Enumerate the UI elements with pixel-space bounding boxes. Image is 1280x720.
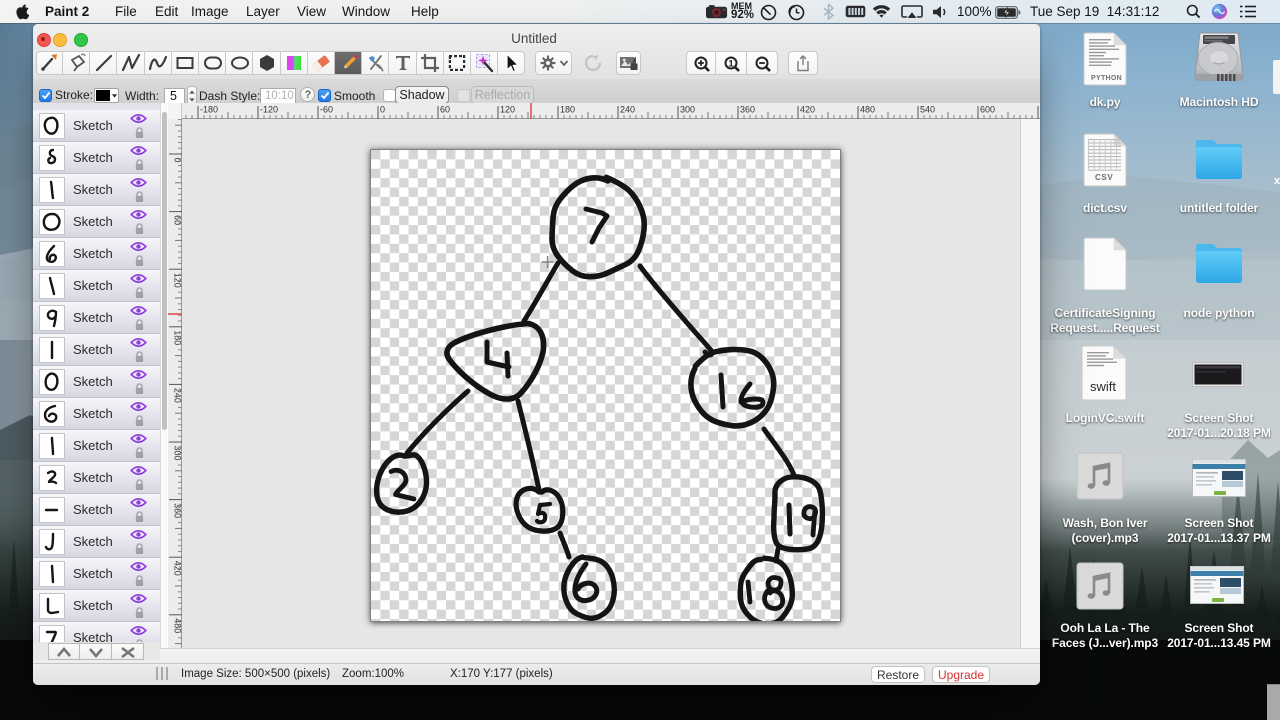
svg-text:-180: -180 [200,105,218,115]
svg-text:420: 420 [800,105,815,115]
svg-text:360: 360 [740,105,755,115]
svg-text:CSV: CSV [1095,173,1113,182]
svg-text:1: 1 [729,58,735,69]
svg-text:540: 540 [920,105,935,115]
svg-text:180: 180 [560,105,575,115]
svg-text:240: 240 [620,105,635,115]
svg-text:480: 480 [860,105,875,115]
svg-text:600: 600 [980,105,995,115]
svg-text:-60: -60 [320,105,333,115]
svg-text:120: 120 [500,105,515,115]
svg-text:60: 60 [173,215,183,225]
svg-text:-120: -120 [260,105,278,115]
svg-text:60: 60 [440,105,450,115]
svg-text:PYTHON: PYTHON [1091,75,1122,82]
svg-text:300: 300 [680,105,695,115]
svg-text:0: 0 [380,105,385,115]
svg-text:swift: swift [1090,379,1116,394]
